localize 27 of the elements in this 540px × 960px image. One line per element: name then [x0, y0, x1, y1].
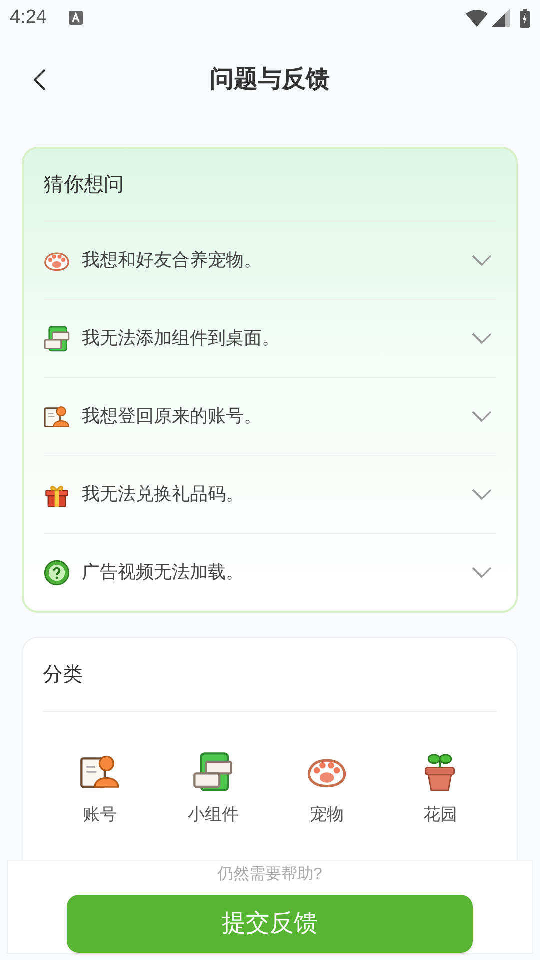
- faq-question: 我无法兑换礼品码。: [82, 483, 245, 506]
- faq-question: 我无法添加组件到桌面。: [82, 327, 281, 350]
- faq-question: 广告视频无法加载。: [82, 561, 245, 584]
- page-title: 问题与反馈: [210, 65, 330, 95]
- help-hint: 仍然需要帮助?: [218, 864, 322, 885]
- keyboard-icon: [68, 11, 83, 25]
- faq-item[interactable]: 我无法添加组件到桌面。: [44, 299, 496, 377]
- signal-icon: [492, 9, 510, 27]
- account-icon: [44, 404, 70, 430]
- category-label[interactable]: 账号: [82, 802, 117, 828]
- faq-item[interactable]: 我想和好友合养宠物。: [44, 221, 496, 299]
- widget-icon: [44, 326, 70, 352]
- status-time: 4:24: [10, 6, 47, 30]
- wifi-icon: [466, 9, 488, 27]
- faq-item[interactable]: 我想登回原来的账号。: [44, 377, 496, 455]
- card-title: 猜你想问: [44, 173, 125, 198]
- battery-icon: [520, 8, 530, 28]
- category-label[interactable]: 小组件: [188, 802, 239, 828]
- faq-item[interactable]: 我无法兑换礼品码。: [44, 455, 496, 533]
- category-label[interactable]: 宠物: [310, 802, 344, 828]
- widget-icon: [193, 752, 234, 792]
- faq-question: 我想登回原来的账号。: [82, 405, 263, 428]
- faq-question: 我想和好友合养宠物。: [82, 249, 263, 272]
- category-label[interactable]: 花园: [423, 802, 458, 828]
- question-icon: [44, 560, 70, 586]
- card-title: 分类: [43, 638, 497, 712]
- faq-item[interactable]: 广告视频无法加载。: [44, 533, 496, 611]
